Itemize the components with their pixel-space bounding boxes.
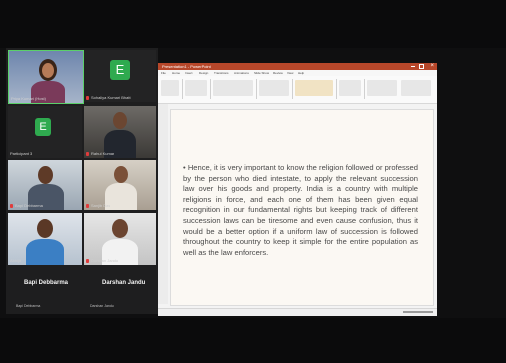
slide-thumbnails-pane[interactable]: [158, 104, 168, 304]
slide-body-text: • Hence, it is very important to know th…: [183, 163, 418, 257]
voice-group[interactable]: [367, 80, 397, 96]
slides-group[interactable]: [185, 80, 207, 96]
participant-name: Priya Kumari (Host): [11, 96, 46, 101]
clipboard-group[interactable]: [161, 80, 179, 96]
participant-name: Participant 3: [10, 151, 33, 156]
participant-tile[interactable]: E Participant 3: [8, 106, 82, 158]
drawing-group[interactable]: [295, 80, 333, 96]
featured-name-left-small: Bapi Debbarma: [16, 304, 41, 308]
participant-name: Sanjib Das: [91, 203, 111, 208]
bottom-bar: [0, 318, 506, 363]
muted-mic-icon: [10, 204, 13, 208]
maximize-icon[interactable]: [419, 64, 424, 69]
muted-mic-icon: [86, 204, 89, 208]
shared-screen: Presentation1 - PowerPoint × File Home I…: [158, 63, 437, 316]
tab-review[interactable]: Review: [273, 71, 283, 75]
avatar: E: [110, 60, 130, 80]
participant-tile[interactable]: E Sohaliya Kumari Bhatt: [84, 50, 156, 102]
top-bar: [0, 0, 506, 48]
featured-name-right-small: Darshan Jandu: [90, 304, 114, 308]
participant-tile[interactable]: Rahul Kumar: [84, 106, 156, 158]
tab-slide-show[interactable]: Slide Show: [254, 71, 269, 75]
status-bar: [158, 308, 437, 316]
tab-design[interactable]: Design: [199, 71, 208, 75]
tab-home[interactable]: Home: [172, 71, 180, 75]
tab-file[interactable]: File: [161, 71, 166, 75]
zoom-slider[interactable]: [403, 311, 433, 313]
participant-gallery: Priya Kumari (Host) E Sohaliya Kumari Bh…: [6, 48, 158, 314]
tab-transitions[interactable]: Transitions: [214, 71, 229, 75]
participant-tile-host[interactable]: Priya Kumari (Host): [8, 50, 84, 104]
ribbon-toolbar: [158, 76, 437, 104]
featured-name-right: Darshan Jandu: [102, 280, 146, 286]
current-slide[interactable]: • Hence, it is very important to know th…: [170, 109, 434, 306]
participant-name: Dorshan Jandu: [91, 258, 119, 263]
muted-mic-icon: [86, 152, 89, 156]
muted-mic-icon: [86, 96, 89, 100]
participant-name: Abhijit: [10, 258, 21, 263]
muted-mic-icon: [86, 259, 89, 263]
participant-tile[interactable]: Dorshan Jandu: [84, 213, 156, 265]
paragraph-group[interactable]: [259, 80, 289, 96]
participant-tile[interactable]: Bapi Debbarma: [8, 160, 82, 210]
designer-group[interactable]: [401, 80, 431, 96]
ppt-title-bar: Presentation1 - PowerPoint ×: [158, 63, 437, 70]
close-icon[interactable]: ×: [430, 63, 434, 70]
participant-name: Sohaliya Kumari Bhatt: [91, 95, 131, 100]
tab-help[interactable]: Help: [298, 71, 304, 75]
featured-name-left: Bapi Debbarma: [24, 280, 69, 286]
editing-group[interactable]: [339, 80, 361, 96]
font-group[interactable]: [213, 80, 253, 96]
participant-name: Rahul Kumar: [91, 151, 115, 156]
avatar: E: [35, 118, 51, 136]
tab-insert[interactable]: Insert: [185, 71, 193, 75]
participant-name: Bapi Debbarma: [15, 203, 43, 208]
tab-animations[interactable]: Animations: [234, 71, 249, 75]
ppt-window-title: Presentation1 - PowerPoint: [162, 64, 211, 69]
minimize-icon[interactable]: [411, 66, 415, 67]
tab-view[interactable]: View: [287, 71, 293, 75]
participant-tile[interactable]: Sanjib Das: [84, 160, 156, 210]
participant-tile[interactable]: Abhijit: [8, 213, 82, 265]
